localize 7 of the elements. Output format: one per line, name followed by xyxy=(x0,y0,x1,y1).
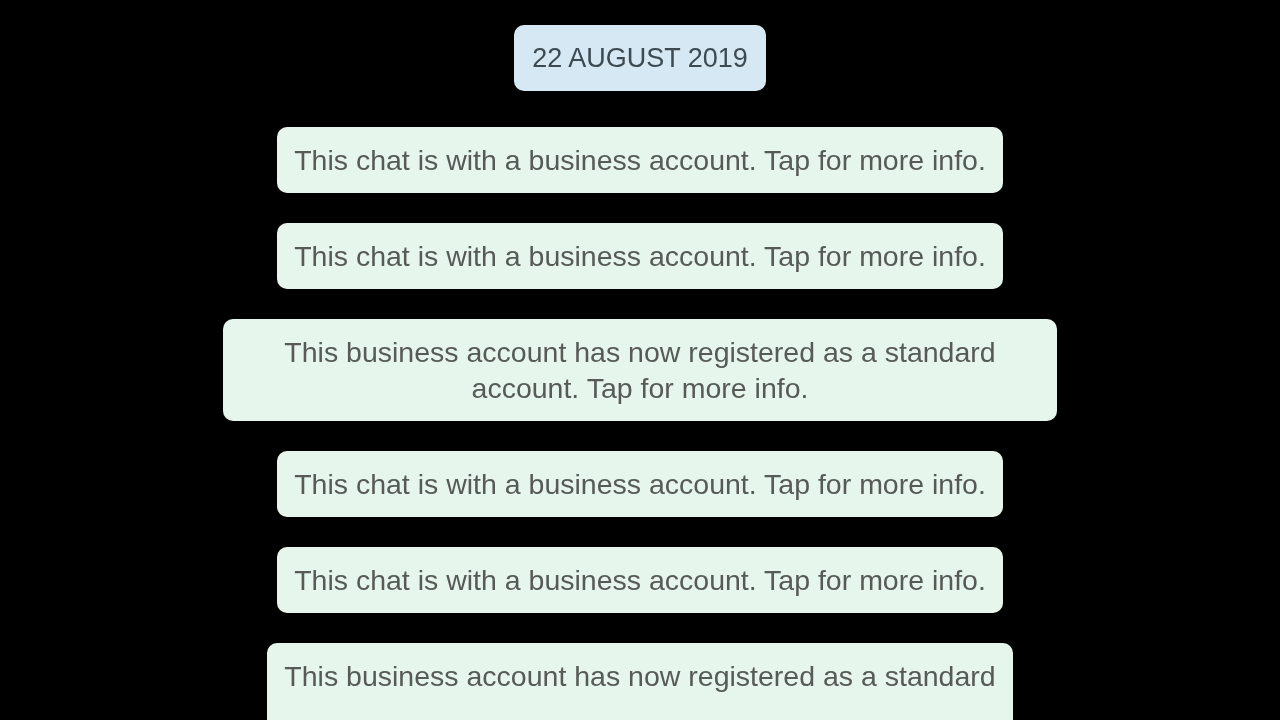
system-message[interactable]: This chat is with a business account. Tap for more info. xyxy=(277,547,1003,613)
system-message[interactable]: This business account has now registered as a standard xyxy=(267,643,1013,720)
system-message[interactable]: This chat is with a business account. Tap for more info. xyxy=(277,127,1003,193)
system-message[interactable]: This business account has now registered as a standard account. Tap for more info. xyxy=(223,319,1057,421)
date-label: 22 AUGUST 2019 xyxy=(514,25,766,91)
system-message[interactable]: This chat is with a business account. Tap for more info. xyxy=(277,223,1003,289)
system-message[interactable]: This chat is with a business account. Tap for more info. xyxy=(277,451,1003,517)
